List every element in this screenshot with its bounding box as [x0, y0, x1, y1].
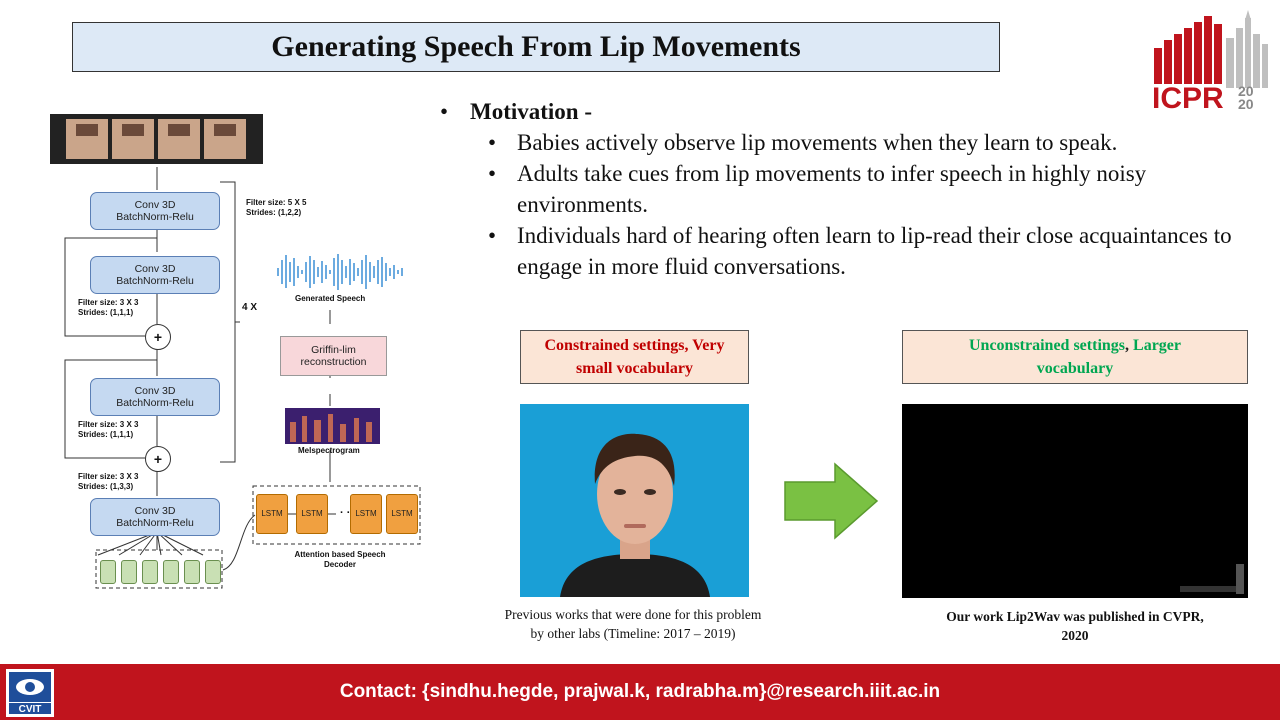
title-box: Generating Speech From Lip Movements: [72, 22, 1000, 72]
lstm-cell: LSTM: [256, 494, 288, 534]
video-watermark-tower: [1236, 564, 1244, 594]
icpr-logo: ICPR 20 20: [1152, 10, 1268, 110]
constrained-example-image: [520, 404, 749, 597]
lstm-cell: LSTM: [386, 494, 418, 534]
unconstrained-label: Unconstrained settings, Larger vocabular…: [902, 330, 1248, 384]
motivation-section: Motivation - Babies actively observe lip…: [440, 96, 1240, 282]
feature-cell: [163, 560, 179, 584]
previous-works-caption: Previous works that were done for this p…: [504, 607, 762, 641]
slide-title: Generating Speech From Lip Movements: [271, 30, 801, 63]
motivation-point: Adults take cues from lip movements to i…: [440, 158, 1240, 220]
constrained-label: Constrained settings, Very small vocabula…: [520, 330, 749, 384]
melspectrogram-label: Melspectrogram: [298, 446, 360, 455]
conv3d-block-1: Conv 3D BatchNorm-Relu: [90, 192, 220, 230]
right-arrow-icon: [784, 462, 879, 540]
feature-cell: [121, 560, 137, 584]
architecture-diagram: Conv 3D BatchNorm-Relu Conv 3D BatchNorm-R…: [40, 110, 435, 600]
svg-text:20: 20: [1238, 96, 1254, 110]
filter-label: Filter size: 5 X 5 Strides: (1,2,2): [246, 198, 307, 217]
lstm-cell: LSTM: [350, 494, 382, 534]
filter-label: Filter size: 3 X 3 Strides: (1,3,3): [78, 472, 139, 491]
motivation-point: Individuals hard of hearing often learn …: [440, 220, 1240, 282]
add-node: +: [145, 324, 171, 350]
decoder-label: Attention based Speech Decoder: [294, 550, 386, 569]
our-work-caption: Our work Lip2Wav was published in CVPR, 2…: [946, 609, 1204, 643]
feature-cell: [205, 560, 221, 584]
repeat-label: 4 X: [242, 302, 258, 313]
griffin-lim-block: Griffin-lim reconstruction: [280, 336, 387, 376]
unconstrained-video-frame[interactable]: [902, 404, 1248, 598]
motivation-point: Babies actively observe lip movements wh…: [440, 127, 1240, 158]
filter-label: Filter size: 3 X 3 Strides: (1,1,1): [78, 298, 139, 317]
video-watermark: [1180, 586, 1240, 592]
cvit-logo: CVIT: [6, 669, 54, 717]
conv3d-block-4: Conv 3D BatchNorm-Relu: [90, 498, 220, 536]
conv3d-block-2: Conv 3D BatchNorm-Relu: [90, 256, 220, 294]
feature-cell: [100, 560, 116, 584]
lstm-cell: LSTM: [296, 494, 328, 534]
feature-cell: [142, 560, 158, 584]
conv3d-block-3: Conv 3D BatchNorm-Relu: [90, 378, 220, 416]
motivation-heading: Motivation -: [440, 96, 1240, 127]
generated-speech-label: Generated Speech: [295, 294, 366, 303]
contact-text: Contact: {sindhu.hegde, prajwal.k, radra…: [339, 681, 941, 702]
feature-cell: [184, 560, 200, 584]
filter-label: Filter size: 3 X 3 Strides: (1,1,1): [78, 420, 139, 439]
add-node: +: [145, 446, 171, 472]
svg-text:CVIT: CVIT: [19, 704, 42, 715]
